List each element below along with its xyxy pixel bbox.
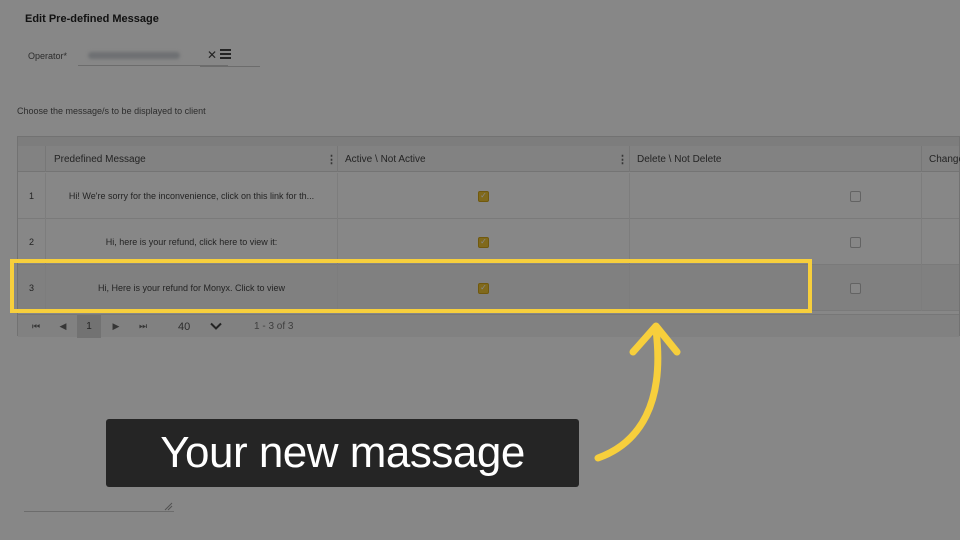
annotation-callout: Your new massage	[106, 419, 579, 487]
header-change[interactable]: Change	[922, 146, 960, 172]
row-change-cell	[922, 219, 960, 265]
row-delete-cell	[630, 173, 922, 219]
row-active-cell: ✓	[338, 173, 630, 219]
operator-field: Operator*	[28, 46, 228, 66]
row-number: 1	[18, 173, 46, 219]
operator-label: Operator*	[28, 51, 68, 61]
list-icon[interactable]	[220, 48, 231, 59]
header-change-label: Change	[929, 153, 960, 165]
header-predefined-message[interactable]: Predefined Message ⋮	[46, 146, 338, 172]
callout-text: Your new massage	[160, 428, 525, 477]
page-title: Edit Pre-defined Message	[25, 13, 159, 25]
prev-page-icon[interactable]: ◀	[51, 315, 75, 338]
active-checkbox[interactable]: ✓	[478, 190, 489, 202]
curved-arrow-icon	[594, 322, 681, 462]
grid-toolbar	[18, 137, 959, 146]
header-active[interactable]: Active \ Not Active ⋮	[338, 146, 630, 172]
choose-message-instruction: Choose the message/s to be displayed to …	[17, 106, 206, 116]
next-page-icon[interactable]: ▶	[104, 315, 128, 338]
current-page-button[interactable]: 1	[77, 315, 101, 338]
resize-grip-icon[interactable]	[164, 502, 173, 511]
header-delete-label: Delete \ Not Delete	[637, 153, 722, 165]
first-page-icon[interactable]: ⏮	[24, 315, 48, 338]
row-change-cell	[922, 265, 960, 311]
delete-checkbox[interactable]	[850, 190, 861, 202]
page-size-select[interactable]: 40	[178, 315, 190, 338]
header-predefined-message-label: Predefined Message	[54, 153, 146, 165]
table-row[interactable]: 1 Hi! We're sorry for the inconvenience,…	[18, 173, 959, 219]
row-change-cell	[922, 173, 960, 219]
close-icon[interactable]: ✕	[207, 48, 217, 62]
chevron-down-icon[interactable]	[210, 320, 222, 332]
header-active-label: Active \ Not Active	[345, 153, 426, 165]
message-textarea[interactable]	[24, 511, 174, 512]
grid-header: Predefined Message ⋮ Active \ Not Active…	[18, 146, 960, 172]
delete-checkbox[interactable]	[850, 236, 861, 248]
pager-info: 1 - 3 of 3	[254, 321, 294, 332]
kebab-icon[interactable]: ⋮	[326, 153, 337, 166]
operator-value-redacted	[88, 52, 180, 59]
kebab-icon[interactable]: ⋮	[617, 153, 628, 166]
checkmark-icon: ✓	[480, 191, 487, 200]
row-message: Hi! We're sorry for the inconvenience, c…	[46, 173, 338, 219]
highlight-frame	[10, 259, 812, 313]
checkmark-icon: ✓	[480, 237, 487, 246]
page-size-value: 40	[178, 320, 191, 333]
header-delete[interactable]: Delete \ Not Delete	[630, 146, 922, 172]
grid-pager: ⏮ ◀ 1 ▶ ⏭ 40 1 - 3 of 3	[18, 314, 959, 338]
header-row-number	[18, 146, 46, 172]
active-checkbox[interactable]: ✓	[478, 236, 489, 248]
delete-checkbox[interactable]	[850, 282, 861, 294]
operator-underline	[200, 66, 260, 67]
operator-input[interactable]	[78, 46, 228, 66]
last-page-icon[interactable]: ⏭	[131, 315, 155, 338]
